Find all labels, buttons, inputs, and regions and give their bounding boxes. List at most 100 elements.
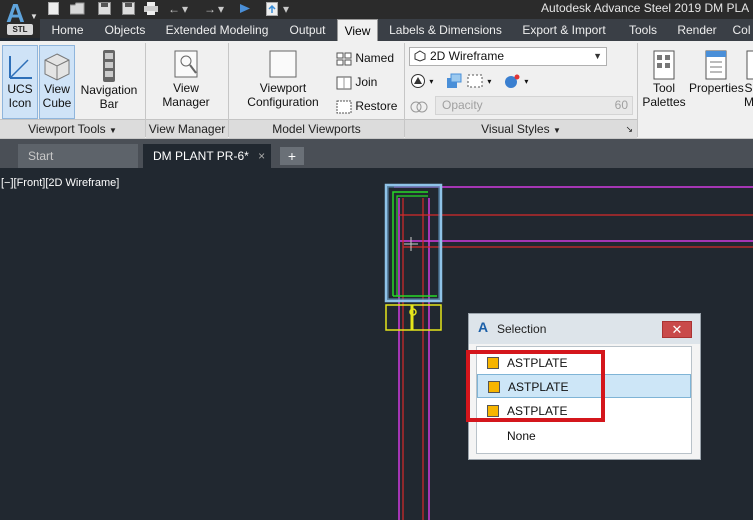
opacity-placeholder: Opacity [442,98,483,112]
tab-extended-modeling[interactable]: Extended Modeling [157,19,277,41]
sheet-set-icon [746,50,753,80]
chevron-down-icon: ▼ [593,51,602,61]
tab-labels-dimensions[interactable]: Labels & Dimensions [382,19,509,41]
dialog-launcher-icon[interactable]: ↘ [625,120,633,138]
viewport-configuration-label: Viewport Configuration [247,81,319,109]
edge-style-button[interactable]: ▾ [410,71,433,89]
chevron-down-icon: ▾ [487,77,492,86]
print-icon[interactable] [144,2,158,17]
shadows-button[interactable]: ▾ [466,71,491,89]
saveas-icon[interactable] [122,2,135,17]
tab-home[interactable]: Home [40,19,95,41]
ribbon-panel: UCS Icon View Cube Navigation Bar Viewpo… [0,41,753,139]
add-tab-button[interactable]: + [280,147,304,165]
join-viewports-icon [336,76,352,90]
view-manager-panel-label: View Manager [148,122,226,136]
named-label: Named [355,51,395,65]
close-button[interactable]: ✕ [662,321,692,338]
undo-icon[interactable]: ← [168,2,180,17]
tool-palettes-button[interactable]: Tool Palettes [640,45,688,119]
chevron-down-icon: ▼ [552,126,561,135]
publish-icon[interactable] [266,2,278,17]
tab-export-import[interactable]: Export & Import [514,19,614,41]
chevron-down-icon: ▼ [109,126,117,135]
restore-viewports-button[interactable]: Restore [336,97,397,115]
materials-icon [447,73,462,88]
tab-view[interactable]: View [337,19,378,41]
viewport-configuration-button[interactable]: Viewport Configuration [240,45,326,119]
tab-render[interactable]: Render [672,19,722,41]
tool-palettes-icon [653,50,675,80]
navigation-bar-button[interactable]: Navigation Bar [78,45,140,119]
named-viewports-button[interactable]: Named [336,49,394,67]
open-icon[interactable] [69,2,85,17]
tool-palettes-label: Tool Palettes [642,81,686,109]
properties-icon [705,50,727,80]
chevron-down-icon[interactable]: ▾ [182,2,188,17]
lighting-button[interactable]: ▾ [503,71,528,89]
view-manager-label: View Manager [162,81,210,109]
named-viewports-icon [336,52,352,66]
view-cube-icon [44,53,70,81]
visual-styles-label: Visual Styles [481,122,550,136]
properties-button[interactable]: Properties [689,45,744,119]
list-item-label: None [507,429,536,443]
window-title: Autodesk Advance Steel 2019 DM PLA [541,1,750,15]
tab-output[interactable]: Output [280,19,335,41]
viewport-controls-label[interactable]: [−][Front][2D Wireframe] [1,177,119,189]
model-viewports-panel-title: Model Viewports [229,119,404,138]
chevron-down-icon: ▾ [524,77,529,86]
save-icon[interactable] [98,2,111,17]
tab-objects[interactable]: Objects [96,19,154,41]
visual-style-value: 2D Wireframe [430,49,505,63]
new-icon[interactable] [48,2,59,17]
document-tab-bar: Start DM PLANT PR-6* × + [0,139,753,168]
share-icon[interactable] [238,2,252,17]
navigation-bar-label: Navigation Bar [80,83,138,111]
tab-dm-plant[interactable]: DM PLANT PR-6* × [143,144,271,168]
viewport-configuration-icon [269,50,297,78]
ribbon-tab-strip: Home Objects Extended Modeling Output Vi… [40,19,753,41]
visual-styles-panel-title[interactable]: Visual Styles ▼ ↘ [405,119,637,138]
selection-title: Selection [497,322,547,336]
tab-dm-plant-label: DM PLANT PR-6* [153,149,249,163]
panel-divider [637,43,638,137]
tab-tools[interactable]: Tools [620,19,666,41]
join-label: Join [355,75,378,89]
restore-viewports-icon [336,100,352,114]
visual-style-dropdown[interactable]: 2D Wireframe ▼ [409,47,607,66]
join-viewports-button[interactable]: Join [336,73,377,91]
restore-label: Restore [355,99,398,113]
opacity-slider[interactable]: Opacity 60 [435,96,633,115]
view-cube-label: View Cube [42,82,72,110]
list-item-none[interactable]: None [477,424,691,448]
chevron-down-icon[interactable]: ▾ [218,2,224,17]
close-icon[interactable]: × [258,149,265,163]
ucs-icon-button[interactable]: UCS Icon [2,45,38,119]
viewport-tools-panel-title[interactable]: Viewport Tools ▼ [0,119,145,138]
tab-col[interactable]: Col [730,19,753,41]
application-menu-button[interactable]: A STL ▼ [0,0,40,38]
chevron-down-icon[interactable]: ▾ [283,2,289,17]
title-bar: Autodesk Advance Steel 2019 DM PLA [0,0,753,19]
tab-start[interactable]: Start [18,144,138,168]
model-viewports-label: Model Viewports [272,122,361,136]
cut-off-label: S M [744,81,753,109]
chevron-down-icon: ▼ [30,12,38,21]
edge-style-icon [411,73,425,88]
view-manager-button[interactable]: View Manager [155,45,217,119]
tab-start-label: Start [28,149,54,163]
opacity-value: 60 [614,98,628,112]
xray-toggle[interactable] [410,97,428,115]
navigation-bar-icon [103,50,115,82]
cut-off-button[interactable]: S M [744,45,753,119]
selection-titlebar[interactable]: A Selection ✕ [469,314,700,344]
view-cube-button[interactable]: View Cube [39,45,75,119]
autodesk-logo-icon: A [478,319,489,335]
view-manager-icon [174,50,198,78]
ucs-icon [9,56,32,79]
lighting-icon [505,74,520,88]
redo-icon[interactable]: → [204,2,216,17]
materials-button[interactable] [444,71,462,89]
shadows-icon [467,74,483,88]
